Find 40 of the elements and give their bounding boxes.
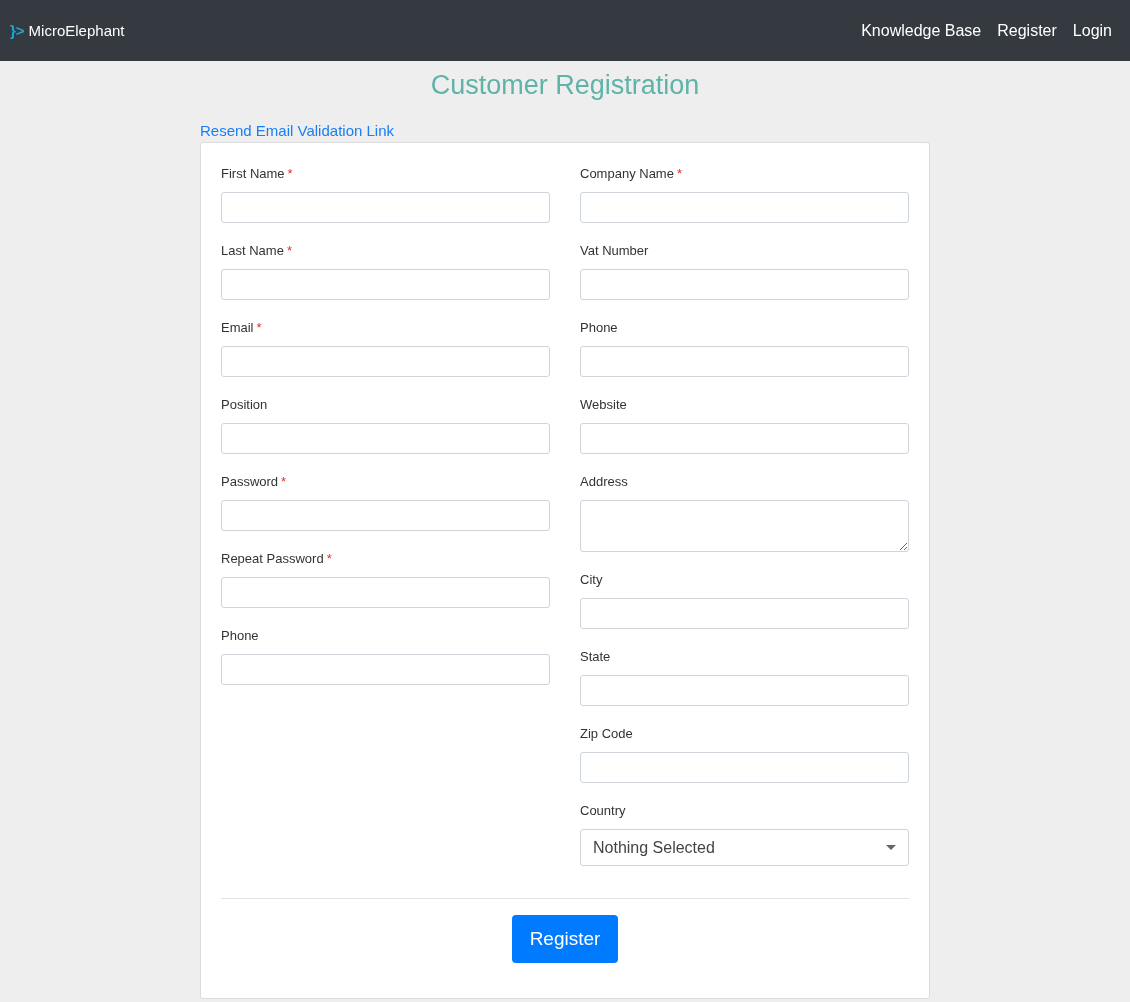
input-field[interactable] [580, 598, 909, 629]
field-label: Last Name * [221, 243, 293, 259]
field-label: Zip Code [580, 726, 634, 742]
input-field[interactable] [221, 269, 550, 300]
field-label: Email * [221, 320, 263, 336]
field-label: Position [221, 397, 269, 413]
field-label: City [580, 572, 604, 588]
page-title: Customer Registration [429, 69, 701, 101]
input-field[interactable] [580, 269, 909, 300]
field-label: Address [580, 474, 629, 490]
field-label: State [580, 649, 612, 665]
input-field[interactable] [221, 654, 550, 685]
field-label: Company Name * [580, 166, 683, 182]
input-field[interactable] [221, 577, 550, 608]
logo-mark: }> [10, 22, 25, 39]
field-label: Phone [221, 628, 260, 644]
field-label: Repeat Password * [221, 551, 333, 567]
field-label: First Name * [221, 166, 294, 182]
input-field[interactable] [580, 423, 909, 454]
input-field[interactable] [221, 500, 550, 531]
caret-icon [886, 845, 896, 850]
nav-link[interactable]: Register [997, 21, 1057, 40]
field-label: Country [580, 803, 627, 819]
input-field[interactable] [580, 346, 909, 377]
nav-link[interactable]: Login [1072, 21, 1112, 40]
field-label: Phone [580, 320, 619, 336]
nav-link[interactable]: Knowledge Base [861, 21, 982, 40]
input-field[interactable] [580, 752, 909, 783]
input-field[interactable] [580, 675, 909, 706]
textarea-field[interactable] [580, 500, 909, 552]
field-label: Vat Number [580, 243, 650, 259]
select-dropdown[interactable]: Nothing Selected [580, 829, 909, 866]
register-button[interactable]: Register [512, 915, 618, 963]
field-label: Website [580, 397, 628, 413]
input-field[interactable] [580, 192, 909, 223]
input-field[interactable] [221, 423, 550, 454]
input-field[interactable] [221, 192, 550, 223]
field-label: Password * [221, 474, 288, 490]
brand-name[interactable]: MicroElephant [28, 22, 125, 39]
input-field[interactable] [221, 346, 550, 377]
